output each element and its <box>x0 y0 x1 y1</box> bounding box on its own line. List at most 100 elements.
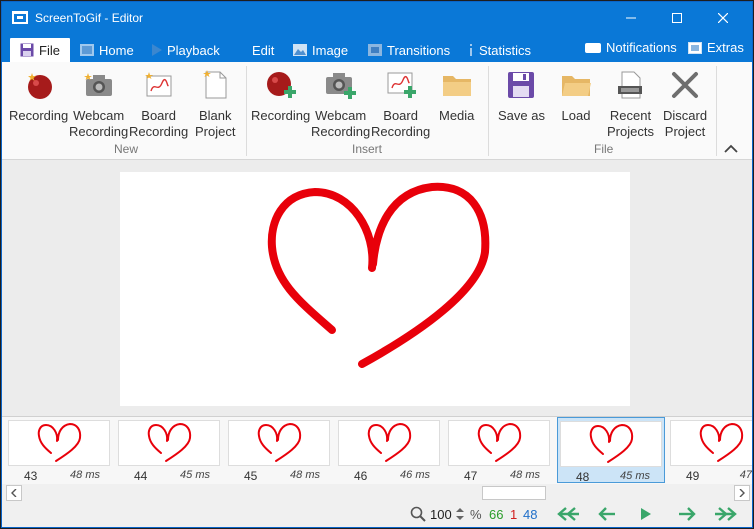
tab-label: Playback <box>167 42 220 58</box>
frame-item[interactable]: 46 46 ms <box>336 417 444 483</box>
tab-label: File <box>39 42 60 58</box>
zoom-value[interactable]: 100 <box>430 507 452 522</box>
frame-item[interactable]: 43 48 ms <box>6 417 114 483</box>
frame-item[interactable]: 44 45 ms <box>116 417 224 483</box>
group-label-file: File <box>594 142 614 156</box>
heart-thumbnail <box>37 422 82 462</box>
frame-delay: 48 ms <box>510 469 540 481</box>
frame-delay: 47 <box>739 469 752 481</box>
frame-delay: 46 ms <box>400 469 430 481</box>
tab-label: Transitions <box>387 42 451 58</box>
maximize-button[interactable] <box>654 2 700 34</box>
board-add-icon <box>387 72 416 98</box>
frame-delay: 45 ms <box>620 470 650 482</box>
tab-image[interactable]: Image <box>293 38 348 62</box>
insert-board-recording-button[interactable]: Board Recording <box>371 68 430 140</box>
next-frame-icon[interactable] <box>678 507 696 521</box>
frame-item[interactable]: 47 48 ms <box>446 417 554 483</box>
frame-strip: 43 48 ms 44 45 ms 45 48 ms 46 46 ms 47 4… <box>2 416 752 484</box>
chevron-left-icon <box>11 489 17 497</box>
play-icon[interactable] <box>640 507 652 521</box>
frame-number: 48 <box>576 470 590 484</box>
zoom-percent: % <box>470 507 482 522</box>
new-webcam-recording-button[interactable]: Webcam Recording <box>69 68 128 140</box>
recording-icon <box>27 73 52 99</box>
previous-frame-icon[interactable] <box>598 507 616 521</box>
editor-window: ScreenToGif - Editor File Home Playback … <box>1 1 753 528</box>
recording-add-icon <box>266 72 296 98</box>
tab-file[interactable]: File <box>10 38 70 62</box>
frame-canvas[interactable] <box>120 172 630 406</box>
heart-thumbnail <box>147 422 192 462</box>
frame-thumbnail <box>8 420 110 466</box>
blank-page-icon <box>203 70 227 99</box>
last-frame-icon[interactable] <box>714 507 740 521</box>
play-icon <box>152 44 162 56</box>
scroll-left-button[interactable] <box>6 485 22 501</box>
frame-number: 46 <box>354 469 368 483</box>
extras-button[interactable]: Extras <box>688 40 744 55</box>
frame-thumbnail <box>670 420 752 466</box>
frame-delay: 48 ms <box>70 469 100 481</box>
frame-thumbnail <box>448 420 550 466</box>
frame-number: 45 <box>244 469 258 483</box>
tab-transitions[interactable]: Transitions <box>368 38 450 62</box>
frame-item[interactable]: 49 47 <box>668 417 752 483</box>
image-icon <box>293 44 307 56</box>
zoom-icon <box>410 506 426 522</box>
current-frame: 48 <box>523 507 538 522</box>
tab-edit[interactable]: Edit <box>252 38 274 62</box>
chevron-right-icon <box>739 489 745 497</box>
save-as-button[interactable]: Save as <box>498 68 545 124</box>
transitions-icon <box>368 44 382 56</box>
tab-home[interactable]: Home <box>80 38 134 62</box>
collapse-ribbon-icon[interactable] <box>724 144 738 153</box>
frame-thumbnail <box>560 421 662 467</box>
insert-webcam-recording-button[interactable]: Webcam Recording <box>311 68 370 140</box>
insert-media-button[interactable]: Media <box>439 68 474 124</box>
frame-thumbnail <box>338 420 440 466</box>
close-icon <box>718 13 728 23</box>
scroll-right-button[interactable] <box>734 485 750 501</box>
frame-item[interactable]: 45 48 ms <box>226 417 334 483</box>
new-blank-project-button[interactable]: Blank Project <box>195 68 235 140</box>
frame-delay: 48 ms <box>290 469 320 481</box>
scroll-thumb[interactable] <box>482 486 546 500</box>
save-icon <box>508 72 535 98</box>
webcam-icon <box>83 73 112 96</box>
frame-scrollbar[interactable] <box>6 485 750 501</box>
heart-thumbnail <box>589 423 634 463</box>
folder-icon <box>442 76 471 96</box>
extras-icon <box>688 41 702 54</box>
new-recording-button[interactable]: Recording <box>9 68 68 124</box>
status-bar: 100 % 66 1 48 <box>2 502 752 527</box>
title-bar: ScreenToGif - Editor <box>2 2 752 34</box>
workspace <box>2 160 752 416</box>
minimize-button[interactable] <box>608 2 654 34</box>
recent-projects-button[interactable]: Recent Projects <box>607 68 654 140</box>
first-frame-icon[interactable] <box>554 507 580 521</box>
insert-recording-button[interactable]: Recording <box>251 68 310 124</box>
recent-projects-icon <box>618 71 643 99</box>
tab-label: Edit <box>252 42 275 58</box>
frame-delay: 45 ms <box>180 469 210 481</box>
new-board-recording-button[interactable]: Board Recording <box>129 68 188 140</box>
close-button[interactable] <box>700 2 746 34</box>
frame-item-selected[interactable]: 48 45 ms <box>557 417 665 484</box>
discard-project-button[interactable]: Discard Project <box>663 68 707 140</box>
heart-thumbnail <box>257 422 302 462</box>
notification-icon <box>585 42 601 53</box>
heart-thumbnail <box>699 422 744 462</box>
zoom-stepper-icon[interactable] <box>456 507 464 521</box>
window-title: ScreenToGif - Editor <box>35 11 144 25</box>
group-label-insert: Insert <box>352 142 383 156</box>
load-button[interactable]: Load <box>559 68 593 124</box>
ribbon: Recording Webcam Recording Board Recordi… <box>2 62 752 160</box>
folder-open-icon <box>562 76 591 96</box>
tab-playback[interactable]: Playback <box>152 38 220 62</box>
save-icon <box>20 43 34 57</box>
notifications-button[interactable]: Notifications <box>585 40 677 55</box>
frame-thumbnail <box>118 420 220 466</box>
extras-label: Extras <box>707 40 744 55</box>
tab-statistics[interactable]: Statistics <box>468 38 531 62</box>
